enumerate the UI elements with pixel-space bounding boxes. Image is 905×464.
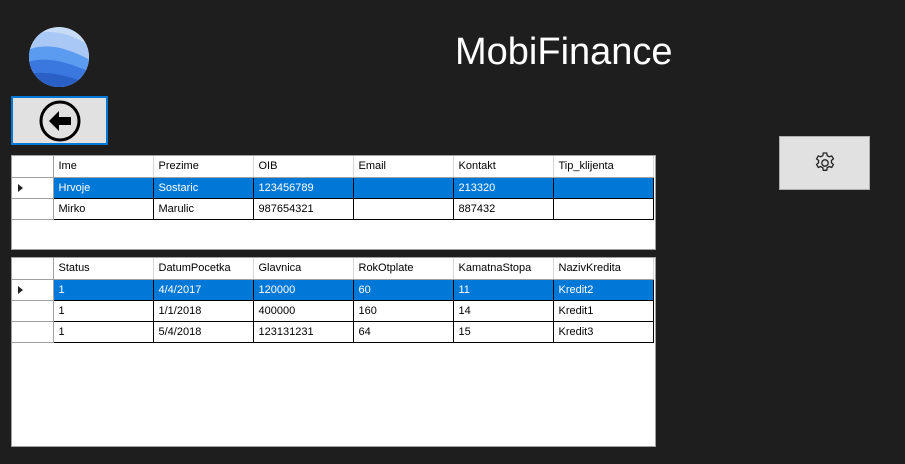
table-cell[interactable]: 213320 — [453, 177, 554, 199]
table-cell[interactable]: 4/4/2017 — [153, 279, 254, 301]
column-header-rok-otplate[interactable]: RokOtplate — [353, 258, 454, 280]
column-header-naziv-kredita[interactable]: NazivKredita — [553, 258, 654, 280]
column-header-email[interactable]: Email — [353, 156, 454, 178]
column-header-oib[interactable]: OIB — [253, 156, 354, 178]
row-header-corner — [12, 156, 54, 178]
loans-grid[interactable]: Status DatumPocetka Glavnica RokOtplate … — [11, 257, 656, 447]
table-cell[interactable]: 400000 — [253, 300, 354, 322]
logo-icon — [28, 26, 90, 88]
back-arrow-icon — [39, 100, 80, 141]
table-cell[interactable]: Kredit1 — [553, 300, 654, 322]
table-cell[interactable]: 1 — [53, 300, 154, 322]
table-cell[interactable]: 120000 — [253, 279, 354, 301]
table-row[interactable]: 1 1/1/2018 400000 160 14 Kredit1 — [12, 300, 654, 322]
current-row-indicator-icon — [18, 183, 23, 192]
column-header-prezime[interactable]: Prezime — [153, 156, 254, 178]
table-cell[interactable]: 60 — [353, 279, 454, 301]
column-header-status[interactable]: Status — [53, 258, 154, 280]
table-cell[interactable]: Sostaric — [153, 177, 254, 199]
column-header-kamatna-stopa[interactable]: KamatnaStopa — [453, 258, 554, 280]
table-row[interactable]: Hrvoje Sostaric 123456789 213320 — [12, 177, 654, 199]
current-row-indicator-icon — [18, 285, 23, 294]
table-cell[interactable] — [553, 198, 654, 220]
table-cell[interactable]: Hrvoje — [53, 177, 154, 199]
row-header[interactable] — [12, 300, 54, 322]
column-header-kontakt[interactable]: Kontakt — [453, 156, 554, 178]
table-cell[interactable]: Kredit3 — [553, 321, 654, 343]
table-cell[interactable]: Kredit2 — [553, 279, 654, 301]
table-cell[interactable]: 1 — [53, 321, 154, 343]
table-cell[interactable]: 123131231 — [253, 321, 354, 343]
table-row[interactable]: Mirko Marulic 987654321 887432 — [12, 198, 654, 220]
table-cell[interactable] — [353, 198, 454, 220]
table-cell[interactable]: 15 — [453, 321, 554, 343]
table-cell[interactable]: 1/1/2018 — [153, 300, 254, 322]
row-header[interactable] — [12, 177, 54, 199]
table-cell[interactable]: 160 — [353, 300, 454, 322]
table-row[interactable]: 1 5/4/2018 123131231 64 15 Kredit3 — [12, 321, 654, 343]
row-header-corner — [12, 258, 54, 280]
table-cell[interactable]: 987654321 — [253, 198, 354, 220]
settings-button[interactable] — [779, 136, 870, 190]
back-button[interactable] — [11, 96, 108, 145]
column-header-tip-klijenta[interactable]: Tip_klijenta — [553, 156, 654, 178]
row-header[interactable] — [12, 279, 54, 301]
gear-icon — [815, 152, 834, 171]
app-title: MobiFinance — [455, 31, 673, 73]
column-header-datum-pocetka[interactable]: DatumPocetka — [153, 258, 254, 280]
column-header-glavnica[interactable]: Glavnica — [253, 258, 354, 280]
table-cell[interactable]: Mirko — [53, 198, 154, 220]
column-header-ime[interactable]: Ime — [53, 156, 154, 178]
table-cell[interactable]: 887432 — [453, 198, 554, 220]
row-header[interactable] — [12, 321, 54, 343]
table-cell[interactable] — [353, 177, 454, 199]
table-cell[interactable]: 14 — [453, 300, 554, 322]
table-row[interactable]: 1 4/4/2017 120000 60 11 Kredit2 — [12, 279, 654, 301]
table-cell[interactable]: 5/4/2018 — [153, 321, 254, 343]
table-cell[interactable]: 64 — [353, 321, 454, 343]
table-cell[interactable]: 1 — [53, 279, 154, 301]
clients-grid[interactable]: Ime Prezime OIB Email Kontakt Tip_klijen… — [11, 155, 656, 250]
row-header[interactable] — [12, 198, 54, 220]
table-cell[interactable] — [553, 177, 654, 199]
table-cell[interactable]: Marulic — [153, 198, 254, 220]
table-cell[interactable]: 11 — [453, 279, 554, 301]
table-cell[interactable]: 123456789 — [253, 177, 354, 199]
